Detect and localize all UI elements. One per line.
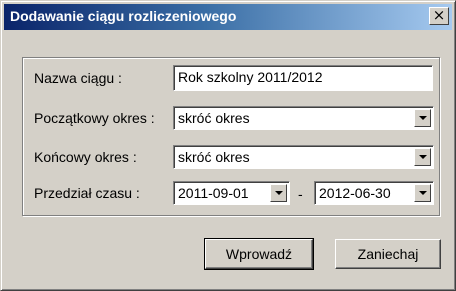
chevron-down-icon[interactable]: [414, 109, 431, 127]
chevron-down-icon[interactable]: [270, 184, 287, 202]
dialog-window: Dodawanie ciągu rozliczeniowego × Nazwa …: [0, 0, 456, 291]
end-period-label: Końcowy okres :: [34, 149, 137, 165]
start-period-value: skróć okres: [178, 110, 250, 126]
name-label: Nazwa ciągu :: [34, 70, 122, 86]
close-icon: ×: [432, 6, 446, 24]
title-bar[interactable]: Dodawanie ciągu rozliczeniowego ×: [4, 4, 452, 30]
cancel-button-label: Zaniechaj: [357, 246, 419, 262]
date-from-picker[interactable]: 2011-09-01: [173, 181, 290, 205]
submit-button[interactable]: Wprowadź: [204, 238, 314, 270]
chevron-down-icon[interactable]: [414, 184, 431, 202]
date-from-value: 2011-09-01: [178, 185, 249, 201]
date-range-separator: -: [298, 186, 303, 202]
date-to-picker[interactable]: 2012-06-30: [314, 181, 434, 205]
name-input-value: Rok szkolny 2011/2012: [178, 69, 323, 85]
cancel-button[interactable]: Zaniechaj: [335, 239, 441, 269]
end-period-value: skróć okres: [178, 149, 250, 165]
end-period-select[interactable]: skróć okres: [173, 145, 434, 169]
close-button[interactable]: ×: [429, 7, 449, 25]
chevron-down-icon[interactable]: [414, 148, 431, 166]
start-period-label: Początkowy okres :: [34, 110, 155, 126]
submit-button-label: Wprowadź: [225, 246, 293, 262]
date-to-value: 2012-06-30: [319, 185, 391, 201]
dialog-title: Dodawanie ciągu rozliczeniowego: [10, 8, 237, 24]
start-period-select[interactable]: skróć okres: [173, 106, 434, 130]
date-range-label: Przedział czasu :: [34, 185, 140, 201]
name-input[interactable]: Rok szkolny 2011/2012: [173, 65, 433, 91]
